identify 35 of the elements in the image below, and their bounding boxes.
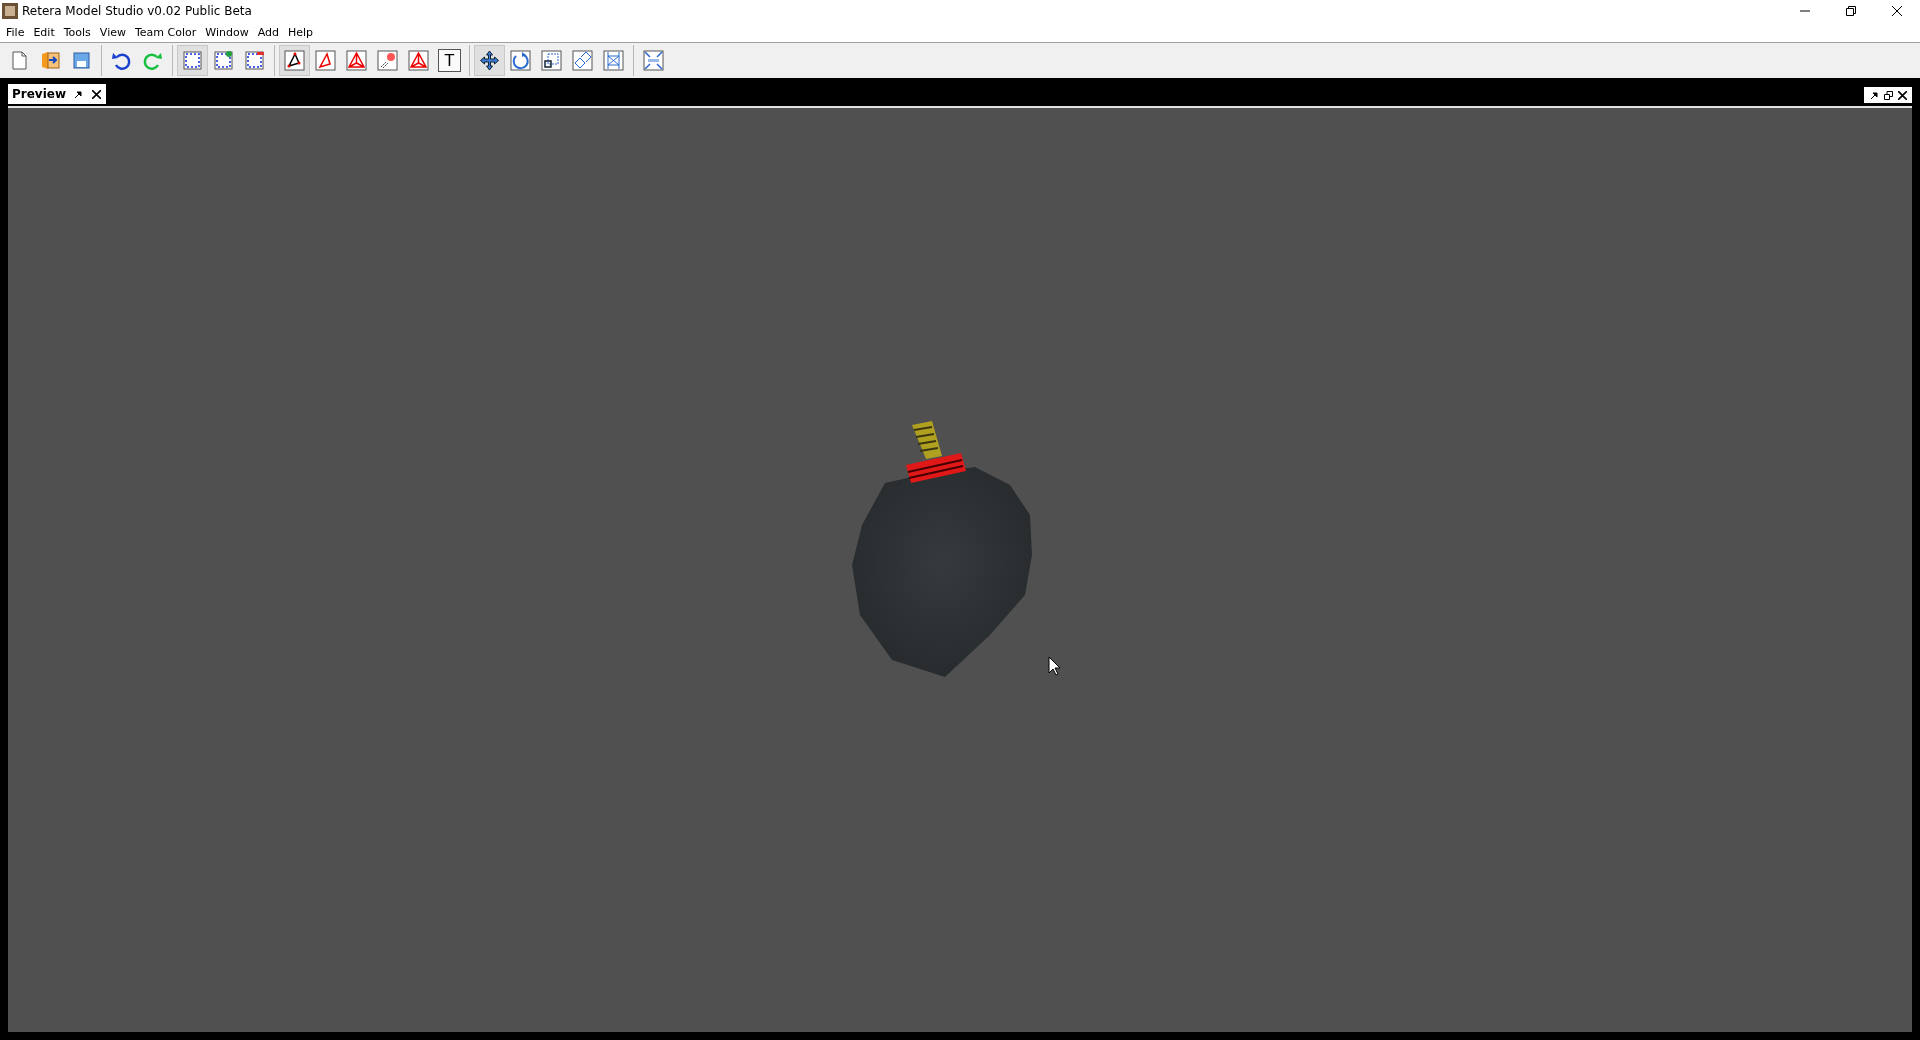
pin-button[interactable] [72,88,84,100]
menu-item[interactable]: Team Color [130,25,202,39]
rotate-icon [510,50,531,71]
new-icon [9,50,30,71]
select-tool-button[interactable] [177,45,208,76]
select-icon [182,50,203,71]
close-tab-button[interactable] [90,88,102,100]
move-icon [479,50,500,71]
vertex-tool-button[interactable] [279,45,310,76]
close-button[interactable] [1896,89,1908,101]
move-tool-button[interactable] [474,45,505,76]
select-add-icon [213,50,234,71]
pin-button[interactable] [1868,89,1880,101]
menu-item[interactable]: Add [253,25,284,39]
menu-item[interactable]: Help [283,25,318,39]
window-title: Retera Model Studio v0.02 Public Beta [22,4,253,18]
open-icon [40,50,61,71]
menu-item[interactable]: Window [201,25,254,39]
menu-item[interactable]: View [95,25,131,39]
face-icon [408,50,429,71]
menu-item[interactable]: Edit [29,25,60,39]
menu-item[interactable]: File [2,25,30,39]
scale-icon [541,50,562,71]
close-icon [1892,6,1902,16]
vertex-icon [284,50,305,71]
menu-item[interactable]: Tools [59,25,96,39]
mouse-pointer-icon [1048,656,1061,676]
preview-tab[interactable]: Preview [8,84,106,104]
face-icon [346,50,367,71]
select-remove-icon [244,50,265,71]
restore-button[interactable] [1882,89,1894,101]
app-icon [2,3,18,19]
restore-icon [1846,6,1856,16]
undo-icon [111,50,132,71]
save-icon [71,50,92,71]
